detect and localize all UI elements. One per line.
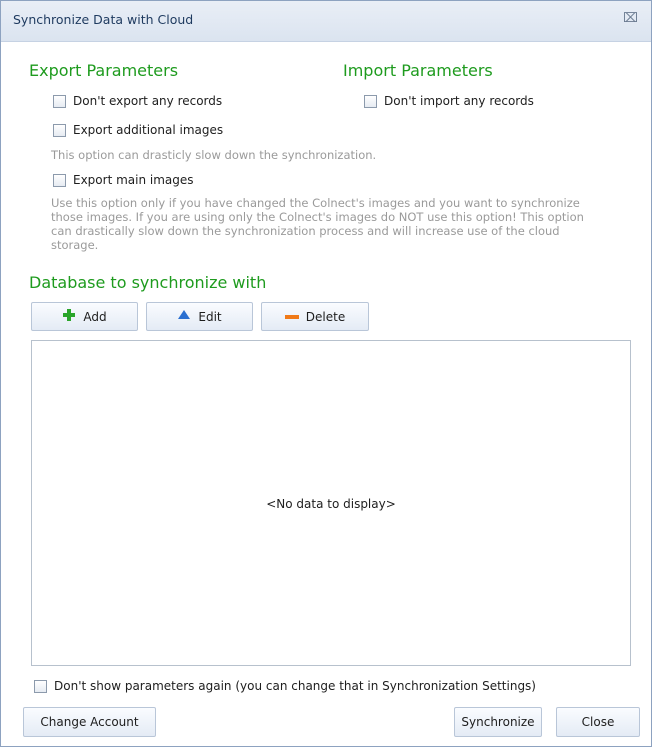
main-images-hint-line-4: storage.	[51, 238, 99, 252]
database-heading: Database to synchronize with	[29, 273, 267, 292]
add-button[interactable]: Add	[31, 302, 138, 331]
plus-icon	[62, 308, 76, 325]
main-images-hint-line-3: can drastically slow down the synchroniz…	[51, 224, 560, 238]
dont-export-checkbox[interactable]	[53, 94, 66, 108]
export-additional-images-label: Export additional images	[73, 123, 224, 137]
synchronize-button[interactable]: Synchronize	[454, 707, 542, 737]
export-main-images-checkbox[interactable]	[53, 173, 66, 187]
import-parameters-heading: Import Parameters	[343, 61, 493, 80]
dont-import-checkbox-row[interactable]: Don't import any records	[364, 93, 534, 109]
export-additional-images-checkbox[interactable]	[53, 123, 66, 137]
edit-button-label: Edit	[198, 309, 222, 324]
dont-show-again-checkbox[interactable]	[34, 679, 47, 693]
dont-import-checkbox[interactable]	[364, 94, 377, 108]
add-button-label: Add	[83, 309, 107, 324]
database-grid[interactable]: <No data to display>	[31, 340, 631, 666]
export-parameters-heading: Export Parameters	[29, 61, 179, 80]
export-additional-images-row[interactable]: Export additional images	[53, 122, 223, 138]
dont-export-checkbox-row[interactable]: Don't export any records	[53, 93, 222, 109]
dont-export-label: Don't export any records	[73, 94, 223, 108]
export-main-images-label: Export main images	[73, 173, 194, 187]
dont-show-again-label: Don't show parameters again (you can cha…	[54, 679, 536, 693]
export-main-images-row[interactable]: Export main images	[53, 172, 194, 188]
change-account-button[interactable]: Change Account	[23, 707, 156, 737]
minus-icon	[284, 310, 299, 324]
title-bar: Synchronize Data with Cloud ⌧	[1, 1, 651, 42]
main-images-hint-line-2: those images. If you are using only the …	[51, 210, 584, 224]
additional-images-hint: This option can drasticly slow down the …	[51, 148, 377, 162]
delete-button[interactable]: Delete	[261, 302, 369, 331]
close-button[interactable]: Close	[556, 707, 640, 737]
main-images-hint-line-1: Use this option only if you have changed…	[51, 196, 580, 210]
triangle-up-icon	[177, 309, 191, 324]
dont-show-again-row[interactable]: Don't show parameters again (you can cha…	[34, 678, 536, 694]
edit-button[interactable]: Edit	[146, 302, 253, 331]
dont-import-label: Don't import any records	[384, 94, 534, 108]
window-title: Synchronize Data with Cloud	[13, 12, 194, 27]
delete-button-label: Delete	[305, 309, 346, 324]
empty-grid-text: <No data to display>	[266, 497, 396, 511]
sync-dialog: Synchronize Data with Cloud ⌧ Export Par…	[0, 0, 652, 747]
close-icon[interactable]: ⌧	[623, 12, 638, 26]
